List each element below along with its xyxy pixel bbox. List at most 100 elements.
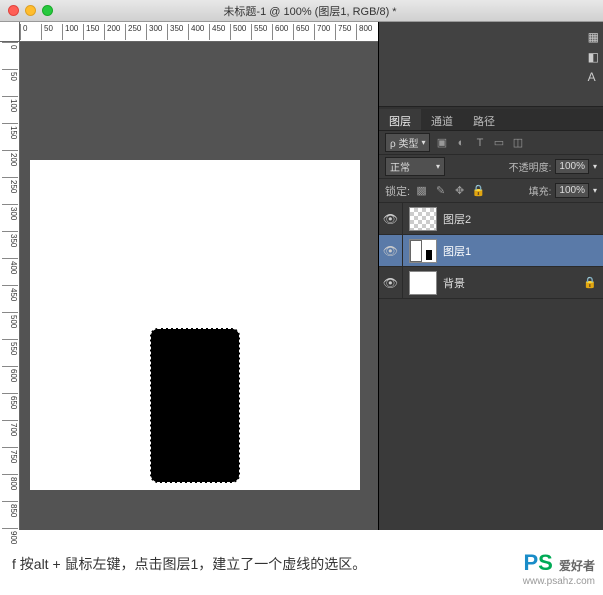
blend-row: 正常▾ 不透明度: 100% ▾ [379, 155, 603, 179]
lock-icon: 🔒 [583, 276, 597, 289]
watermark: PS 爱好者 www.psahz.com [523, 550, 595, 587]
ruler-tick: 400 [2, 258, 18, 274]
ruler-tick: 300 [2, 204, 18, 220]
panel-tabs: 图层 通道 路径 [379, 109, 603, 131]
lock-pixels-icon[interactable]: ▩ [414, 183, 429, 198]
ruler-tick: 450 [209, 24, 225, 40]
editor-area: 0501001502002503003504004505005506006507… [0, 22, 378, 530]
blend-mode-select[interactable]: 正常▾ [385, 157, 445, 176]
ruler-tick: 150 [2, 123, 18, 139]
layer-thumbnail[interactable] [409, 207, 437, 231]
options-strip: ▦ ◧ A [379, 22, 603, 107]
canvas-viewport[interactable] [20, 42, 378, 530]
close-icon[interactable] [8, 5, 19, 16]
filter-text-icon[interactable]: T [472, 135, 487, 150]
opacity-chevron-icon[interactable]: ▾ [593, 162, 597, 171]
lock-label: 锁定: [385, 183, 410, 199]
fill-value[interactable]: 100% [555, 183, 589, 198]
filter-type-select[interactable]: ρ 类型▾ [385, 133, 430, 152]
ruler-tick: 150 [83, 24, 99, 40]
lock-move-icon[interactable]: ✥ [452, 183, 467, 198]
filter-adjust-icon[interactable]: ◐ [453, 135, 468, 150]
tab-layers[interactable]: 图层 [379, 109, 421, 130]
layer-row[interactable]: 👁 图层1 [379, 235, 603, 267]
layer-thumbnail[interactable] [409, 239, 437, 263]
ruler-tick: 100 [2, 96, 18, 112]
app-window: 未标题-1 @ 100% (图层1, RGB/8) * 0 50 100 150 200… [0, 0, 603, 530]
window-controls [8, 5, 53, 16]
maximize-icon[interactable] [42, 5, 53, 16]
filter-image-icon[interactable]: ▣ [434, 135, 449, 150]
watermark-logo: PS 爱好者 [523, 550, 595, 576]
lock-row: 锁定: ▩ ✎ ✥ 🔒 填充: 100% ▾ [379, 179, 603, 203]
ruler-tick: 800 [356, 24, 372, 40]
adjustments-icon[interactable]: ◧ [588, 50, 599, 64]
window-title: 未标题-1 @ 100% (图层1, RGB/8) * [65, 3, 555, 19]
ruler-corner [0, 22, 20, 42]
text-icon[interactable]: A [588, 70, 599, 84]
tab-paths[interactable]: 路径 [463, 109, 505, 130]
ruler-tick: 200 [104, 24, 120, 40]
ruler-tick: 500 [230, 24, 246, 40]
ruler-tick: 750 [335, 24, 351, 40]
ruler-tick: 750 [2, 447, 18, 463]
ruler-tick: 650 [2, 393, 18, 409]
lock-brush-icon[interactable]: ✎ [433, 183, 448, 198]
ruler-tick: 250 [125, 24, 141, 40]
ruler-tick: 650 [293, 24, 309, 40]
opacity-value[interactable]: 100% [555, 159, 589, 174]
ruler-vertical: 0 50 100 150 200 250 300 350 400 450 500 550 600 650 7… [0, 22, 20, 530]
ruler-tick: 450 [2, 285, 18, 301]
right-panels: ▦ ◧ A 图层 通道 路径 ρ 类型▾ ▣ ◐ T ▭ ◫ [378, 22, 603, 530]
visibility-icon[interactable]: 👁 [379, 235, 403, 266]
ruler-tick: 0 [2, 42, 18, 49]
selection-shape[interactable] [150, 328, 240, 483]
watermark-url: www.psahz.com [523, 576, 595, 587]
workspace: 0501001502002503003504004505005506006507… [0, 22, 603, 530]
ruler-tick: 600 [272, 24, 288, 40]
ruler-tick: 350 [167, 24, 183, 40]
layer-thumbnail[interactable] [409, 271, 437, 295]
ruler-tick: 550 [251, 24, 267, 40]
filter-shape-icon[interactable]: ▭ [491, 135, 506, 150]
filter-row: ρ 类型▾ ▣ ◐ T ▭ ◫ [379, 131, 603, 155]
layer-name: 图层1 [443, 243, 471, 259]
ruler-tick: 400 [188, 24, 204, 40]
titlebar: 未标题-1 @ 100% (图层1, RGB/8) * [0, 0, 603, 22]
canvas[interactable] [30, 160, 360, 490]
visibility-icon[interactable]: 👁 [379, 203, 403, 234]
ruler-tick: 700 [2, 420, 18, 436]
ruler-tick: 250 [2, 177, 18, 193]
ruler-tick: 350 [2, 231, 18, 247]
ruler-tick: 200 [2, 150, 18, 166]
ruler-tick: 900 [2, 528, 18, 544]
tab-channels[interactable]: 通道 [421, 109, 463, 130]
layer-row[interactable]: 👁 背景 🔒 [379, 267, 603, 299]
layer-name: 背景 [443, 275, 465, 291]
ruler-tick: 50 [41, 24, 53, 40]
layers-panel: 图层 通道 路径 ρ 类型▾ ▣ ◐ T ▭ ◫ 正常▾ 不透明度: 100% … [379, 109, 603, 530]
ruler-tick: 700 [314, 24, 330, 40]
ruler-horizontal: 0 50 100 150 200 250 300 350 400 450 500 550 600 650 7… [20, 22, 378, 42]
minimize-icon[interactable] [25, 5, 36, 16]
layer-name: 图层2 [443, 211, 471, 227]
fill-chevron-icon[interactable]: ▾ [593, 186, 597, 195]
filter-smart-icon[interactable]: ◫ [510, 135, 525, 150]
swatches-icon[interactable]: ▦ [588, 30, 599, 44]
ruler-tick: 550 [2, 339, 18, 355]
fill-label: 填充: [529, 183, 552, 198]
layer-row[interactable]: 👁 图层2 [379, 203, 603, 235]
visibility-icon[interactable]: 👁 [379, 267, 403, 298]
ruler-tick: 500 [2, 312, 18, 328]
lock-all-icon[interactable]: 🔒 [471, 183, 486, 198]
layer-list: 👁 图层2 👁 图层1 👁 背景 🔒 [379, 203, 603, 299]
ruler-tick: 50 [2, 69, 18, 81]
opacity-label: 不透明度: [509, 159, 552, 174]
ruler-tick: 300 [146, 24, 162, 40]
ruler-tick: 850 [2, 501, 18, 517]
ruler-tick: 800 [2, 474, 18, 490]
caption: f 按alt + 鼠标左键，点击图层1，建立了一个虚线的选区。 [0, 530, 603, 586]
ruler-tick: 0 [20, 24, 27, 40]
ruler-tick: 600 [2, 366, 18, 382]
ruler-tick: 100 [62, 24, 78, 40]
